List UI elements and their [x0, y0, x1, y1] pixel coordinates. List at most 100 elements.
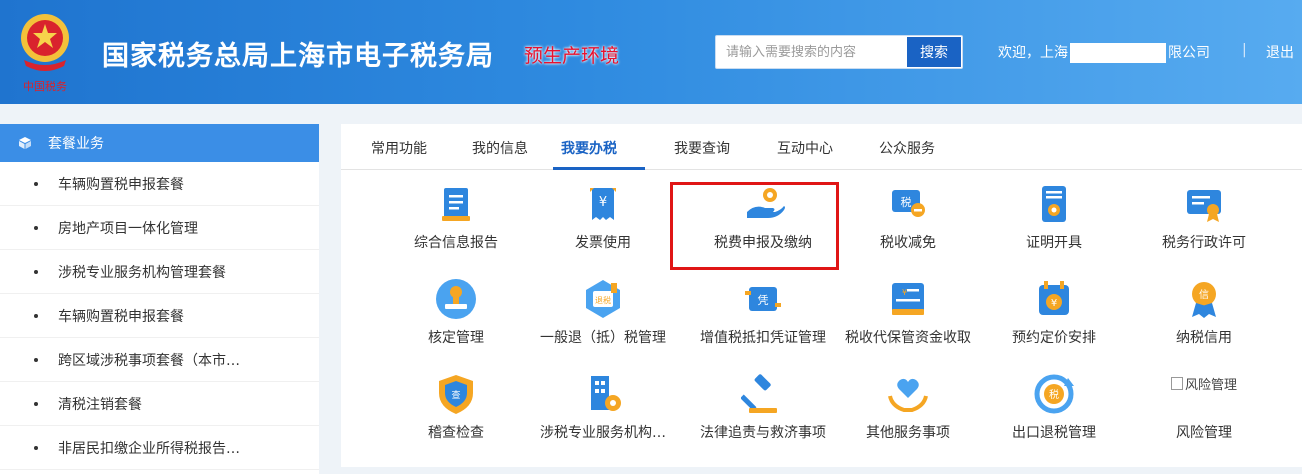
highlight-box: [670, 182, 839, 270]
sidebar-item[interactable]: 房地产项目一体化管理: [0, 206, 319, 250]
svg-text:信: 信: [1199, 289, 1209, 301]
function-item[interactable]: 证明开具: [979, 182, 1129, 252]
function-item[interactable]: 其他服务事项: [833, 372, 983, 442]
bullet-icon: [34, 225, 38, 230]
search-input[interactable]: [716, 36, 908, 68]
bullet-icon: [34, 269, 38, 274]
sidebar-item-label: 跨区域涉税事项套餐（本市…: [58, 352, 240, 369]
function-item[interactable]: 核定管理: [381, 277, 531, 347]
certificate-icon: [1042, 186, 1066, 222]
function-item[interactable]: 查稽查检查: [381, 372, 531, 442]
svg-text:查: 查: [451, 389, 460, 401]
function-label: 税收代保管资金收取: [845, 330, 971, 346]
sidebar-item[interactable]: 跨区域涉税事项套餐（本市…: [0, 338, 319, 382]
function-label: 发票使用: [575, 235, 631, 251]
function-label: 综合信息报告: [414, 235, 498, 251]
sidebar: 套餐业务 车辆购置税申报套餐 房地产项目一体化管理 涉税专业服务机构管理套餐 车辆购置…: [0, 124, 319, 474]
function-item[interactable]: 法律追责与救济事项: [688, 372, 838, 442]
function-item[interactable]: 税税收减免: [833, 182, 983, 252]
sidebar-item[interactable]: 车辆购置税申报套餐: [0, 162, 319, 206]
welcome-prefix: 欢迎，上海: [998, 45, 1068, 61]
emblem-caption: 中国税务: [23, 79, 67, 93]
voucher-icon: 凭: [745, 287, 781, 311]
bullet-icon: [34, 313, 38, 318]
function-label: 其他服务事项: [866, 425, 950, 441]
bullet-icon: [34, 181, 38, 186]
environment-badge: 预生产环境: [524, 45, 620, 67]
active-tab-indicator: [553, 167, 645, 170]
tab-5[interactable]: 公众服务: [879, 138, 935, 158]
tab-3[interactable]: 我要查询: [674, 138, 730, 158]
tax-reduction-icon: 税: [892, 190, 925, 217]
export-refund-icon: 税: [1034, 374, 1074, 414]
function-label: 预约定价安排: [1012, 330, 1096, 346]
sidebar-item-label: 车辆购置税申报套餐: [58, 176, 184, 193]
function-label: 税务行政许可: [1162, 235, 1246, 251]
building-icon: [591, 376, 621, 411]
custody-icon: ¥: [892, 283, 924, 315]
site-title: 国家税务总局上海市电子税务局: [102, 41, 494, 72]
sidebar-item-label: 清税注销套餐: [58, 396, 142, 413]
sidebar-item[interactable]: 非居民扣缴企业所得税报告…: [0, 426, 319, 470]
sidebar-item-label: 非居民扣缴企业所得税报告…: [58, 440, 240, 457]
function-label: 法律追责与救济事项: [700, 425, 826, 441]
sidebar-item[interactable]: 涉税专业服务机构管理套餐: [0, 250, 319, 294]
tab-4[interactable]: 互动中心: [777, 138, 833, 158]
function-item[interactable]: 风险管理 风险管理: [1129, 372, 1279, 442]
function-item[interactable]: ¥ 预约定价安排: [979, 277, 1129, 347]
header-bar: 中国税务 国家税务总局上海市电子税务局 预生产环境 搜索 欢迎，上海限公司 | …: [0, 0, 1302, 104]
sidebar-item[interactable]: 清税注销套餐: [0, 382, 319, 426]
license-icon: [1187, 190, 1221, 222]
risk-icon: 风险管理: [1129, 372, 1279, 416]
function-label: 纳税信用: [1176, 330, 1232, 346]
function-label: 一般退（抵）税管理: [540, 330, 666, 346]
function-label: 税收减免: [880, 235, 936, 251]
svg-text:税: 税: [1049, 388, 1059, 401]
heart-hands-icon: [888, 378, 928, 412]
function-item[interactable]: 涉税专业服务机构…: [528, 372, 678, 442]
search-button[interactable]: 搜索: [907, 37, 961, 67]
svg-text:凭: 凭: [758, 293, 769, 307]
logout-link[interactable]: 退出: [1266, 42, 1294, 62]
function-item[interactable]: 信纳税信用: [1129, 277, 1279, 347]
stamp-icon: [436, 279, 476, 319]
function-item[interactable]: 凭增值税抵扣凭证管理: [688, 277, 838, 347]
function-item[interactable]: ¥ 发票使用: [528, 182, 678, 252]
redacted-company-name: [1070, 43, 1166, 63]
bullet-icon: [34, 401, 38, 406]
sidebar-title: 套餐业务: [48, 136, 104, 152]
cube-icon: [19, 137, 31, 149]
sidebar-header[interactable]: 套餐业务: [0, 124, 319, 162]
sidebar-item[interactable]: 车辆购置税申报套餐: [0, 294, 319, 338]
welcome-suffix: 限公司: [1168, 45, 1210, 61]
calendar-price-icon: ¥: [1039, 281, 1069, 315]
tab-bar: 常用功能 我的信息 我要办税 我要查询 互动中心 公众服务: [341, 124, 1302, 170]
sidebar-item-label: 车辆购置税申报套餐: [58, 308, 184, 325]
credit-medal-icon: 信: [1192, 282, 1216, 318]
tab-2[interactable]: 我要办税: [561, 138, 617, 158]
function-label: 稽查检查: [428, 425, 484, 441]
tab-1[interactable]: 我的信息: [472, 138, 528, 158]
tab-0[interactable]: 常用功能: [371, 138, 427, 158]
function-item[interactable]: 税务行政许可: [1129, 182, 1279, 252]
svg-text:退税: 退税: [595, 295, 611, 305]
svg-text:¥: ¥: [599, 195, 607, 210]
function-label: 核定管理: [428, 330, 484, 346]
header-separator: |: [1242, 42, 1247, 58]
search-box: 搜索: [715, 35, 963, 69]
function-item[interactable]: 综合信息报告: [381, 182, 531, 252]
svg-text:¥: ¥: [902, 288, 907, 297]
function-item[interactable]: 税出口退税管理: [979, 372, 1129, 442]
function-item[interactable]: 退税一般退（抵）税管理: [528, 277, 678, 347]
sidebar-item-label: 房地产项目一体化管理: [58, 220, 198, 237]
report-icon: [442, 188, 470, 221]
gavel-icon: [741, 374, 777, 413]
refund-icon: 退税: [586, 280, 620, 318]
invoice-icon: ¥: [590, 188, 616, 220]
svg-text:¥: ¥: [1051, 298, 1057, 309]
shield-check-icon: 查: [439, 375, 473, 414]
function-item[interactable]: ¥ 税收代保管资金收取: [833, 277, 983, 347]
function-label: 涉税专业服务机构…: [540, 425, 666, 441]
function-label: 增值税抵扣凭证管理: [700, 330, 826, 346]
tax-emblem-icon: 中国税务: [21, 14, 69, 93]
